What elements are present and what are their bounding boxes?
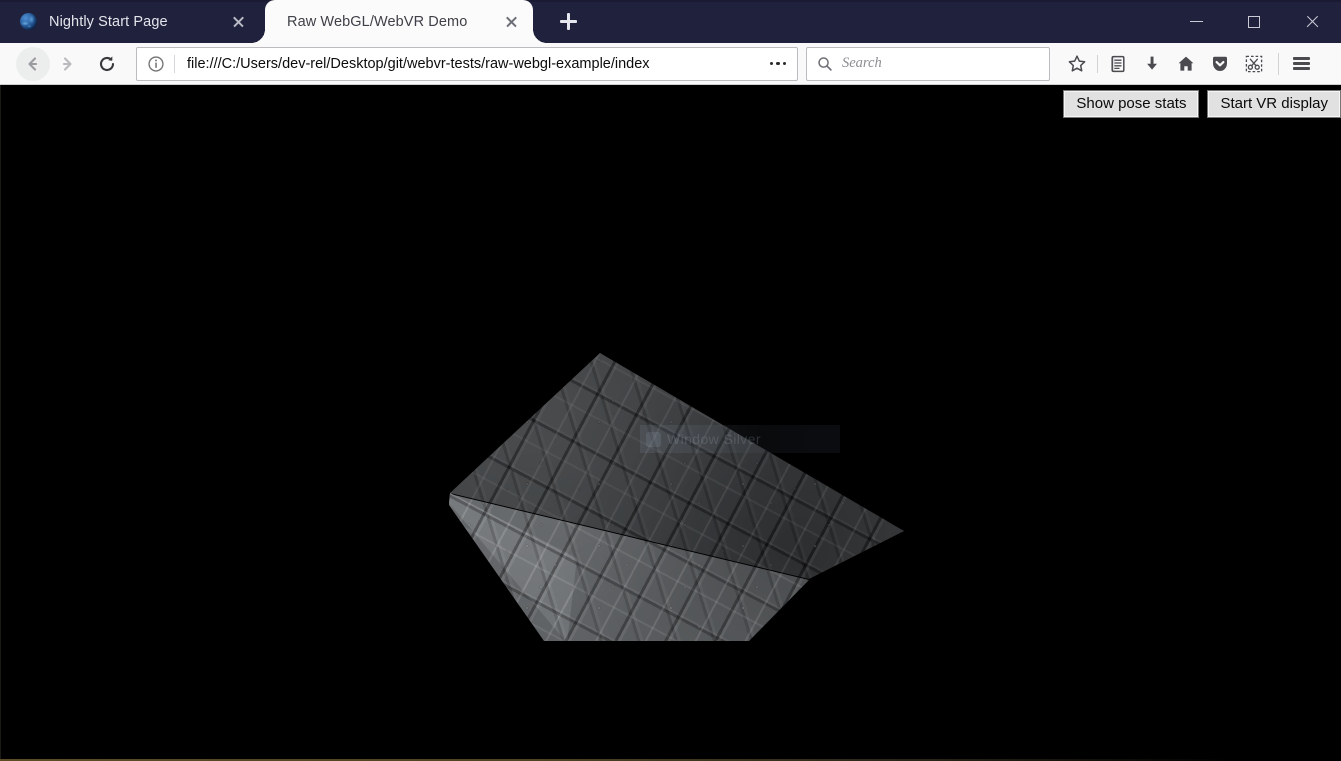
dot — [770, 62, 774, 66]
screenshot-icon — [1244, 54, 1264, 74]
icon-separator — [1097, 55, 1098, 73]
arrow-right-icon — [58, 55, 76, 73]
tab-title: Nightly Start Page — [49, 14, 224, 30]
back-button[interactable] — [16, 47, 50, 81]
menu-bar — [1293, 57, 1310, 59]
search-placeholder: Search — [842, 55, 882, 72]
close-icon[interactable] — [224, 8, 252, 36]
search-icon-box — [807, 48, 842, 80]
page-actions-button[interactable] — [761, 49, 795, 79]
metal-cube-object — [449, 353, 907, 641]
maximize-button[interactable] — [1225, 0, 1283, 43]
menu-bar — [1293, 67, 1310, 69]
home-button[interactable] — [1169, 47, 1203, 81]
close-window-button[interactable] — [1283, 0, 1341, 43]
identity-box[interactable] — [137, 48, 174, 80]
library-button[interactable] — [1101, 47, 1135, 81]
library-icon — [1108, 54, 1128, 74]
star-icon — [1067, 54, 1087, 74]
menu-bar — [1293, 62, 1310, 64]
reload-icon — [97, 54, 117, 74]
download-icon — [1142, 54, 1162, 74]
reload-button[interactable] — [90, 47, 124, 81]
tabs-area: Nightly Start Page Raw WebGL/WebVR Demo — [0, 0, 587, 43]
demo-controls: Show pose stats Start VR display — [1063, 90, 1341, 118]
url-bar[interactable]: file:///C:/Users/dev-rel/Desktop/git/web… — [136, 47, 798, 81]
webgl-canvas[interactable]: Window Silver — [0, 85, 1341, 761]
url-text[interactable]: file:///C:/Users/dev-rel/Desktop/git/web… — [175, 56, 761, 72]
pocket-icon — [1210, 54, 1230, 74]
menu-button[interactable] — [1284, 47, 1318, 81]
tab-raw-webgl-webvr-demo[interactable]: Raw WebGL/WebVR Demo — [265, 0, 533, 43]
page-content: Window Silver Show pose stats Start VR d… — [0, 85, 1341, 761]
home-icon — [1176, 54, 1196, 74]
close-icon[interactable] — [497, 8, 525, 36]
bookmark-star-button[interactable] — [1060, 47, 1094, 81]
pocket-button[interactable] — [1203, 47, 1237, 81]
forward-button[interactable] — [50, 47, 84, 81]
info-icon — [147, 55, 165, 73]
tab-nightly-start-page[interactable]: Nightly Start Page — [0, 0, 260, 43]
tab-strip: Nightly Start Page Raw WebGL/WebVR Demo — [0, 0, 1341, 43]
new-tab-button[interactable] — [549, 3, 587, 41]
browser-window: Nightly Start Page Raw WebGL/WebVR Demo — [0, 0, 1341, 761]
menu-icon — [1293, 55, 1310, 73]
toolbar-separator — [1278, 53, 1279, 75]
search-icon — [817, 56, 833, 72]
screenshot-button[interactable] — [1237, 47, 1271, 81]
dot — [776, 62, 780, 66]
globe-icon — [20, 13, 37, 30]
tab-title: Raw WebGL/WebVR Demo — [287, 14, 497, 30]
search-bar[interactable]: Search — [806, 47, 1050, 81]
dot — [783, 62, 787, 66]
toolbar-icons — [1060, 47, 1318, 81]
navigation-toolbar: file:///C:/Users/dev-rel/Desktop/git/web… — [0, 43, 1341, 85]
minimize-button[interactable] — [1167, 0, 1225, 43]
downloads-button[interactable] — [1135, 47, 1169, 81]
window-controls — [1167, 0, 1341, 43]
arrow-left-icon — [24, 55, 42, 73]
start-vr-display-button[interactable]: Start VR display — [1207, 90, 1341, 118]
show-pose-stats-button[interactable]: Show pose stats — [1063, 90, 1199, 118]
